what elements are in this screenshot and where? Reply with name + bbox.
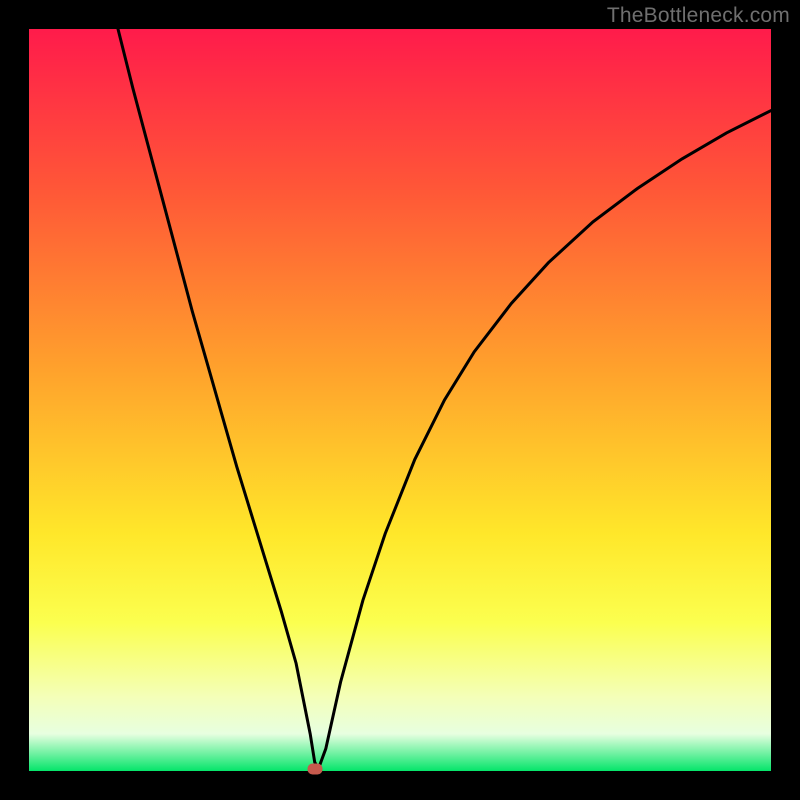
bottleneck-curve [29, 29, 771, 771]
chart-plot-area [29, 29, 771, 771]
watermark-text: TheBottleneck.com [607, 4, 790, 28]
optimal-point-marker [307, 763, 322, 774]
